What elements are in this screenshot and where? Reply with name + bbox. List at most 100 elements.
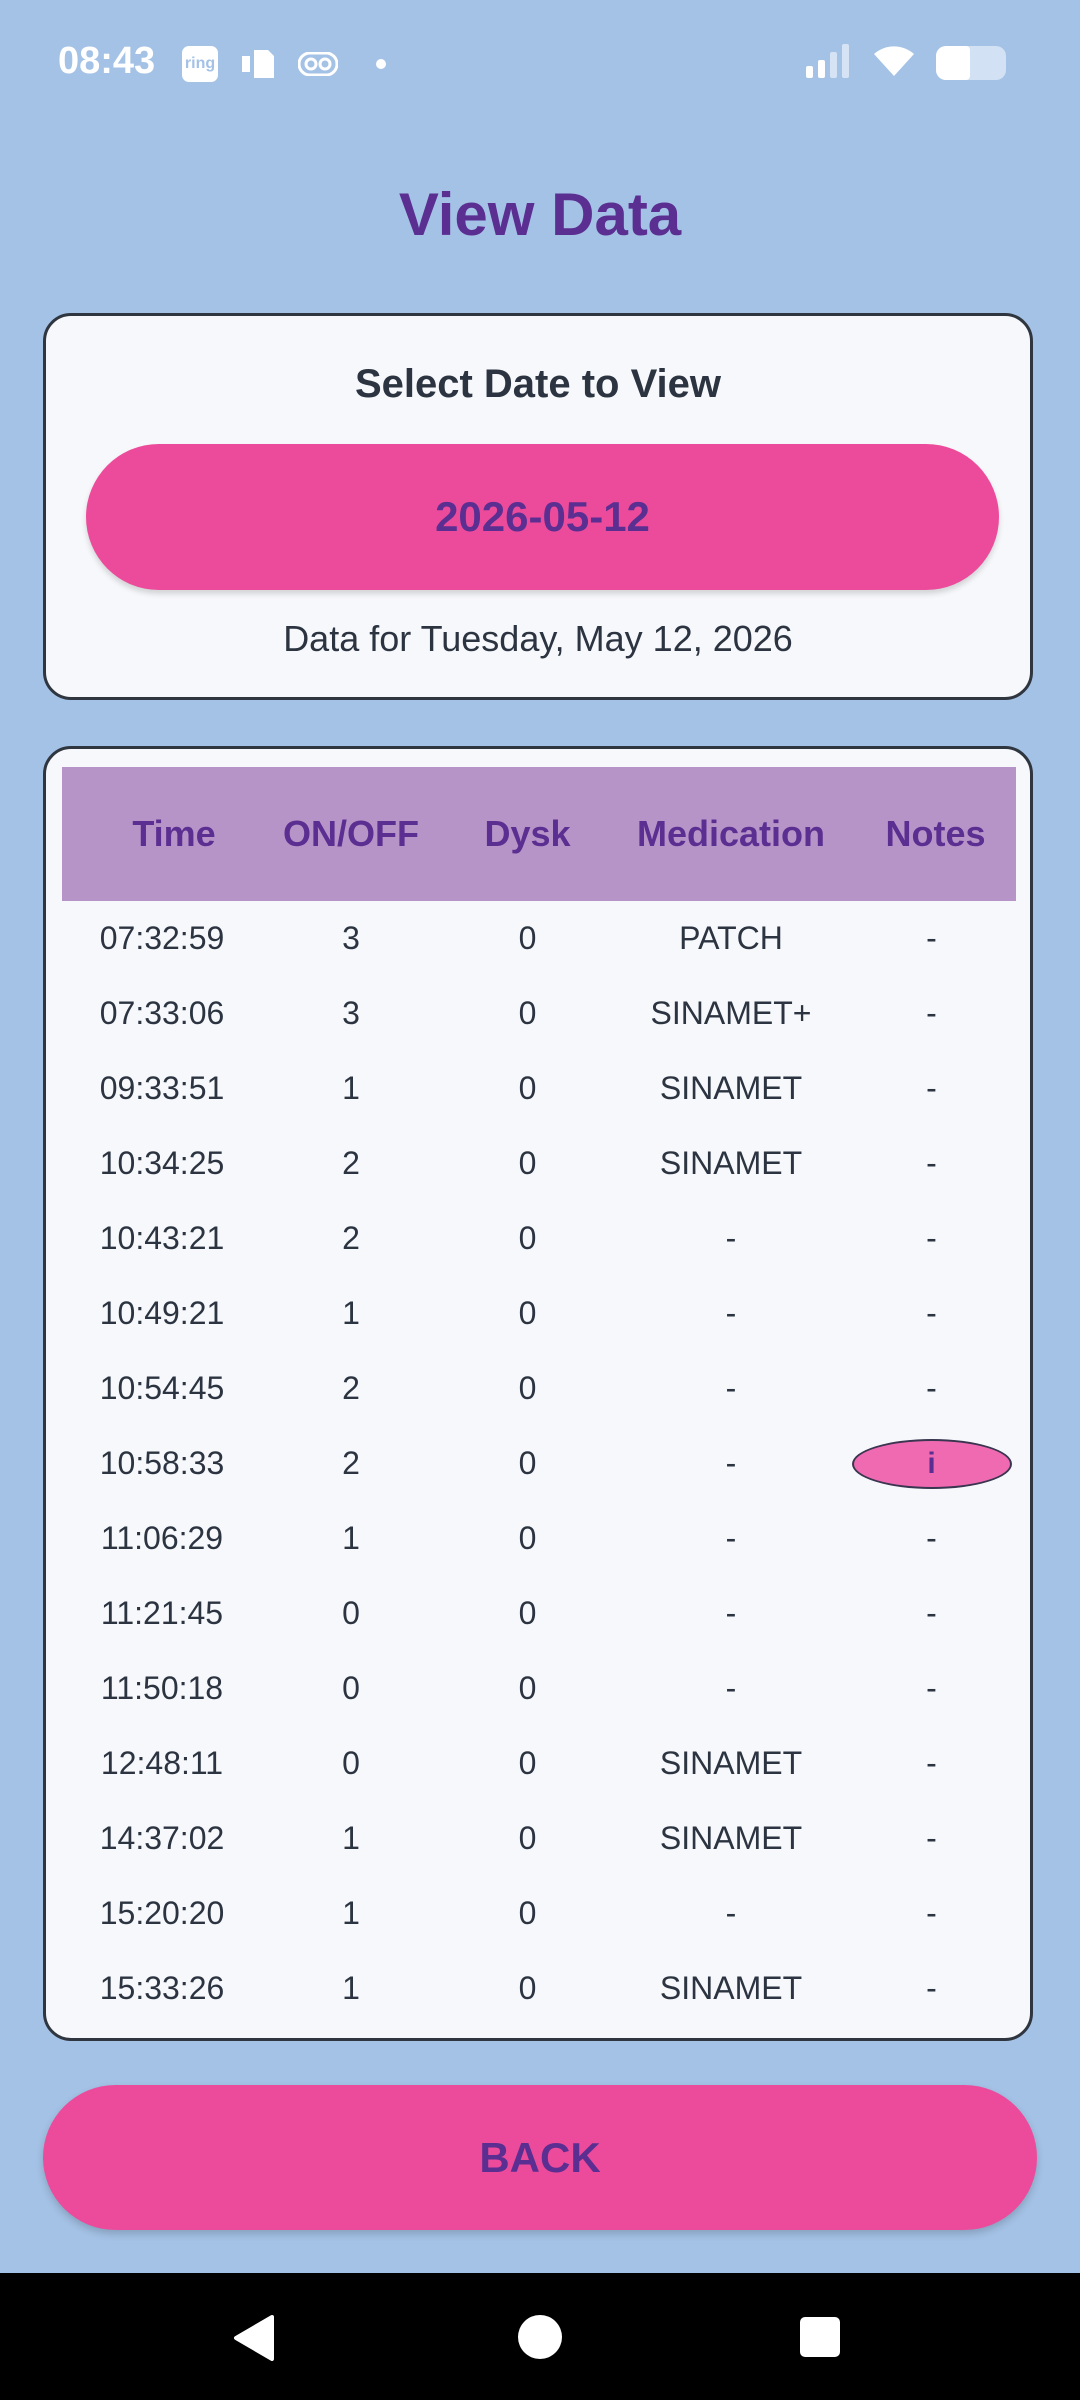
status-icons-right [806, 42, 1006, 83]
note-info-button[interactable]: i [851, 1438, 1012, 1489]
column-header-dysk: Dysk [484, 813, 571, 854]
cell-notes: - [926, 1820, 937, 1856]
cell-notes: - [926, 995, 937, 1031]
cell-medication: - [725, 1220, 737, 1256]
back-button[interactable]: BACK [43, 2085, 1037, 2230]
cell-dysk: 0 [518, 1970, 537, 2006]
cell-time: 07:33:06 [99, 995, 225, 1031]
cell-dysk: 0 [518, 1445, 537, 1481]
cell-onoff: 1 [342, 1070, 360, 1106]
status-time: 08:43 [58, 40, 156, 82]
cell-time: 11:21:45 [100, 1595, 224, 1631]
page-title: View Data [398, 181, 682, 248]
cell-medication: - [725, 1370, 737, 1406]
cell-onoff: 3 [342, 920, 360, 956]
cell-medication: SINAMET [659, 1820, 803, 1856]
cell-time: 15:33:26 [99, 1970, 225, 2006]
cell-time: 10:43:21 [99, 1220, 225, 1256]
cell-medication: SINAMET [659, 1745, 803, 1781]
ring-icon: ring [182, 46, 218, 82]
cell-medication: - [725, 1295, 737, 1331]
status-icons-left: ring [182, 46, 386, 82]
cell-onoff: 1 [342, 1295, 360, 1331]
table-row: 10:54:45 2 0 - - [62, 1351, 1016, 1426]
cell-onoff: 0 [342, 1670, 360, 1706]
cell-dysk: 0 [518, 1820, 537, 1856]
cell-time: 12:48:11 [100, 1745, 224, 1781]
column-header-time: Time [132, 813, 216, 854]
table-row: 15:20:20 1 0 - - [62, 1876, 1016, 1951]
cell-notes: - [926, 1070, 937, 1106]
cell-dysk: 0 [518, 1670, 537, 1706]
table-row: 07:33:06 3 0 SINAMET+ - [62, 976, 1016, 1051]
cell-onoff: 2 [342, 1220, 360, 1256]
cell-dysk: 0 [518, 1295, 537, 1331]
nav-recents-icon[interactable] [800, 2317, 840, 2357]
cell-notes: - [926, 1370, 937, 1406]
cell-time: 07:32:59 [99, 920, 225, 956]
nav-home-icon[interactable] [518, 2315, 562, 2359]
nav-back-icon[interactable] [232, 2315, 276, 2366]
battery-icon [936, 45, 1006, 80]
cell-time: 11:50:18 [100, 1670, 224, 1706]
cell-notes: - [926, 1145, 937, 1181]
cell-dysk: 0 [518, 1070, 537, 1106]
cell-medication: - [725, 1595, 737, 1631]
date-picker-button[interactable]: 2026-05-12 [86, 444, 999, 590]
cell-notes: - [926, 1220, 937, 1256]
table-row: 10:58:33 2 0 - i [62, 1426, 1016, 1501]
cell-notes: - [926, 1520, 937, 1556]
cell-time: 15:20:20 [99, 1895, 225, 1931]
table-body: 07:32:59 3 0 PATCH - 07:33:06 3 0 SINAMET+ - 09:33… [62, 901, 1016, 2026]
cell-onoff: 2 [342, 1445, 360, 1481]
cell-medication: PATCH [679, 920, 783, 956]
cell-medication: - [725, 1445, 737, 1481]
ring-label: ring [184, 55, 216, 72]
table-row: 11:06:29 1 0 - - [62, 1501, 1016, 1576]
cell-time: 10:49:21 [99, 1295, 225, 1331]
cell-dysk: 0 [518, 1595, 537, 1631]
cell-time: 10:58:33 [99, 1445, 225, 1481]
table-row: 10:49:21 1 0 - - [62, 1276, 1016, 1351]
cell-time: 10:34:25 [99, 1145, 225, 1181]
voicemail-icon [298, 46, 338, 82]
cell-onoff: 1 [342, 1895, 360, 1931]
cell-dysk: 0 [518, 920, 537, 956]
cell-onoff: 0 [342, 1745, 360, 1781]
table-row: 09:33:51 1 0 SINAMET - [62, 1051, 1016, 1126]
table-row: 11:21:45 0 0 - - [62, 1576, 1016, 1651]
cell-medication: SINAMET [659, 1070, 803, 1106]
cell-medication: SINAMET [659, 1970, 803, 2006]
cell-dysk: 0 [518, 1370, 537, 1406]
cell-medication: - [725, 1670, 737, 1706]
cell-notes: i [847, 1438, 1016, 1489]
cell-dysk: 0 [518, 1745, 537, 1781]
cell-notes: - [926, 1595, 937, 1631]
signal-icon [806, 42, 852, 83]
data-table-card: Time ON/OFF Dysk Medication Notes 07:32:… [43, 746, 1033, 2041]
cell-notes: - [926, 1670, 937, 1706]
cell-onoff: 1 [342, 1820, 360, 1856]
table-row: 10:43:21 2 0 - - [62, 1201, 1016, 1276]
cell-time: 11:06:29 [100, 1520, 224, 1556]
column-header-onoff: ON/OFF [283, 813, 419, 854]
table-row: 15:33:26 1 0 SINAMET - [62, 1951, 1016, 2026]
cell-medication: - [725, 1520, 737, 1556]
table-header: Time ON/OFF Dysk Medication Notes [62, 767, 1016, 901]
column-header-notes: Notes [885, 813, 986, 854]
cell-onoff: 1 [342, 1520, 360, 1556]
date-selector-heading: Select Date to View [354, 362, 722, 406]
table-row: 07:32:59 3 0 PATCH - [62, 901, 1016, 976]
cell-dysk: 0 [518, 1895, 537, 1931]
wifi-icon [872, 42, 916, 83]
table-row: 12:48:11 0 0 SINAMET - [62, 1726, 1016, 1801]
cell-medication: SINAMET+ [650, 995, 812, 1031]
cell-notes: - [926, 1745, 937, 1781]
status-bar: 08:43 ring [0, 0, 1080, 130]
cell-medication: - [725, 1895, 737, 1931]
cell-onoff: 0 [342, 1595, 360, 1631]
cell-notes: - [926, 1295, 937, 1331]
table-row: 14:37:02 1 0 SINAMET - [62, 1801, 1016, 1876]
cell-dysk: 0 [518, 995, 537, 1031]
cell-dysk: 0 [518, 1220, 537, 1256]
